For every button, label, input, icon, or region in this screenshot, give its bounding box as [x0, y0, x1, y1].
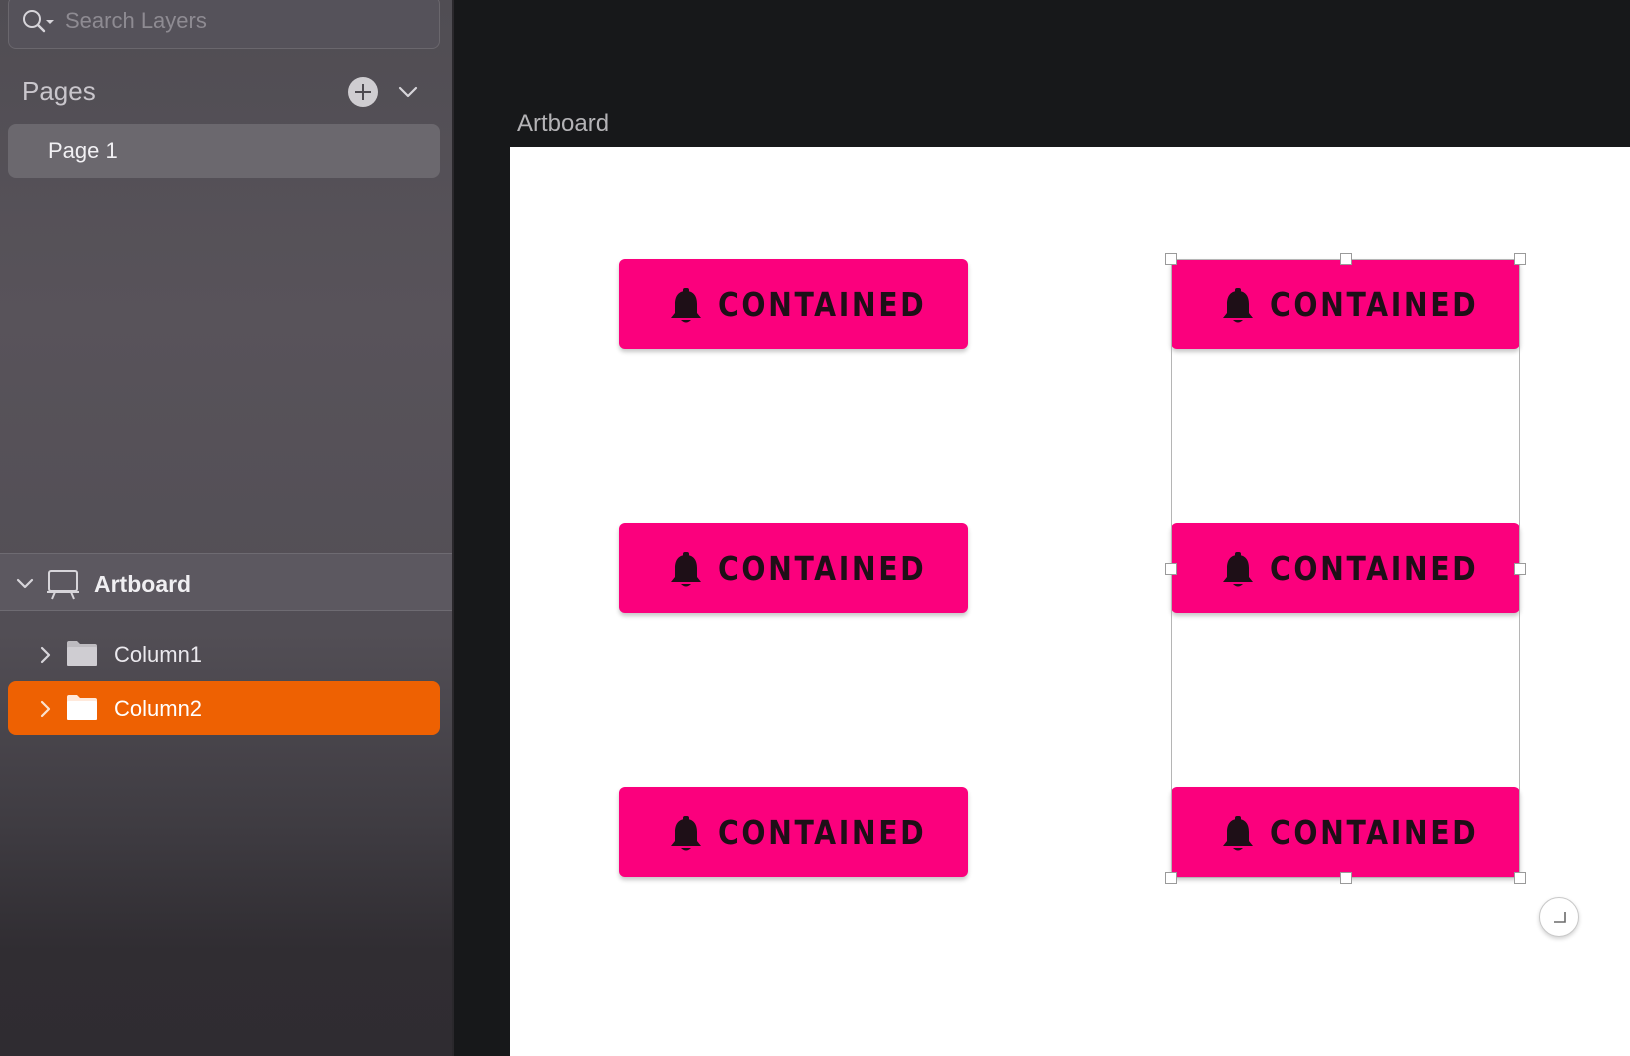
chevron-down-icon[interactable]: [15, 576, 35, 592]
resize-handle-top-left[interactable]: [1165, 253, 1177, 265]
page-item[interactable]: Page 1: [8, 124, 440, 178]
resize-handle-left[interactable]: [1165, 563, 1177, 575]
button-label: CONTAINED: [1270, 285, 1479, 324]
button-label: CONTAINED: [718, 549, 927, 588]
contained-button[interactable]: CONTAINED: [619, 259, 968, 349]
resize-handle-bottom-right[interactable]: [1514, 872, 1526, 884]
button-label: CONTAINED: [1270, 813, 1479, 852]
folder-icon: [67, 695, 97, 720]
pages-title: Pages: [22, 76, 96, 106]
button-label: CONTAINED: [1270, 549, 1479, 588]
layer-row-column1[interactable]: Column1: [8, 627, 440, 681]
layers-sidebar: Pages Page 1 Artboard: [0, 0, 454, 1056]
contained-button[interactable]: CONTAINED: [1171, 523, 1520, 613]
resize-handle-top-right[interactable]: [1514, 253, 1526, 265]
bell-icon: [1223, 288, 1253, 323]
contained-button[interactable]: CONTAINED: [619, 787, 968, 877]
bell-icon: [1223, 816, 1253, 851]
search-layers-field[interactable]: [8, 0, 440, 49]
resize-corner-icon: [1554, 912, 1566, 923]
search-input[interactable]: [65, 6, 425, 36]
layer-label: Column2: [114, 696, 203, 721]
resize-handle-bottom-left[interactable]: [1165, 872, 1177, 884]
bell-icon: [671, 288, 701, 323]
contained-button[interactable]: CONTAINED: [1171, 259, 1520, 349]
button-label: CONTAINED: [718, 285, 927, 324]
artboard-title[interactable]: Artboard: [517, 110, 609, 138]
app-window: Pages Page 1 Artboard: [0, 0, 1630, 1056]
bell-icon: [671, 816, 701, 851]
chevron-right-icon[interactable]: [38, 699, 52, 719]
chevron-down-icon[interactable]: [397, 84, 419, 100]
add-page-icon[interactable]: [348, 77, 378, 107]
artboard-layer-label: Artboard: [94, 571, 192, 597]
search-icon[interactable]: [21, 8, 55, 36]
page-item-label: Page 1: [48, 138, 118, 163]
bell-icon: [671, 552, 701, 587]
layer-label: Column1: [114, 642, 203, 667]
contained-button[interactable]: CONTAINED: [1171, 787, 1520, 877]
layer-row-column2[interactable]: Column2: [8, 681, 440, 735]
contained-button[interactable]: CONTAINED: [619, 523, 968, 613]
chevron-right-icon[interactable]: [38, 645, 52, 665]
folder-icon: [67, 641, 97, 666]
button-label: CONTAINED: [718, 813, 927, 852]
resize-corner-button[interactable]: [1539, 897, 1579, 937]
resize-handle-right[interactable]: [1514, 563, 1526, 575]
artboard-icon: [47, 570, 79, 600]
bell-icon: [1223, 552, 1253, 587]
artboard-layer-row[interactable]: Artboard: [0, 553, 452, 611]
resize-handle-top[interactable]: [1340, 253, 1352, 265]
resize-handle-bottom[interactable]: [1340, 872, 1352, 884]
